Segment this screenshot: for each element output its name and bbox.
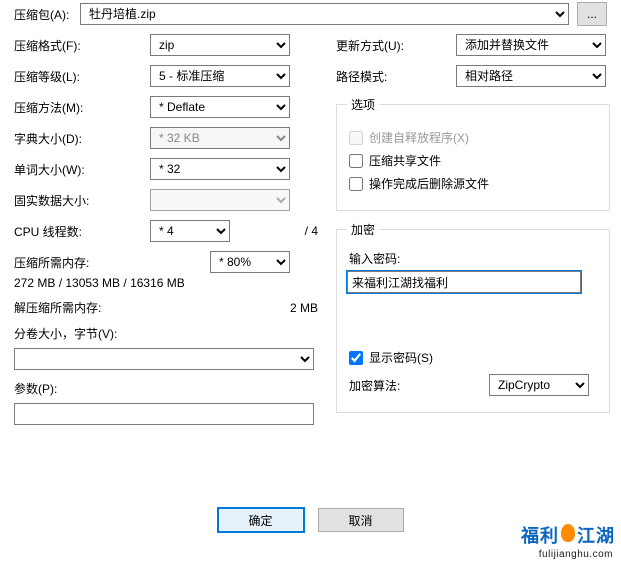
encryption-legend: 加密 — [347, 221, 379, 238]
browse-button[interactable]: ... — [577, 2, 607, 26]
logo-icon — [561, 524, 575, 542]
solid-select — [150, 189, 290, 211]
sfx-label: 创建自释放程序(X) — [369, 129, 469, 146]
update-label: 更新方式(U): — [336, 37, 456, 54]
method-label: 压缩方法(M): — [0, 99, 150, 116]
encryption-group: 加密 输入密码: 显示密码(S) 加密算法: ZipCrypto — [336, 221, 610, 413]
watermark-logo: 福利 江湖 — [521, 522, 615, 548]
archive-label: 压缩包(A): — [14, 6, 72, 23]
level-select[interactable]: 5 - 标准压缩 — [150, 65, 290, 87]
ok-button[interactable]: 确定 — [218, 508, 304, 532]
password-label: 输入密码: — [349, 250, 599, 267]
params-input[interactable] — [14, 403, 314, 425]
share-checkbox[interactable] — [349, 154, 363, 168]
enc-method-select[interactable]: ZipCrypto — [489, 374, 589, 396]
mem-comp-label: 压缩所需内存: — [0, 254, 150, 271]
delete-checkbox[interactable] — [349, 177, 363, 191]
sfx-checkbox — [349, 131, 363, 145]
solid-label: 固实数据大小: — [0, 192, 150, 209]
format-label: 压缩格式(F): — [0, 37, 150, 54]
enc-method-label: 加密算法: — [349, 377, 489, 394]
path-label: 路径模式: — [336, 68, 456, 85]
dict-label: 字典大小(D): — [0, 130, 150, 147]
word-select[interactable]: * 32 — [150, 158, 290, 180]
share-label: 压缩共享文件 — [369, 152, 441, 169]
path-select[interactable]: 相对路径 — [456, 65, 606, 87]
split-label: 分卷大小，字节(V): — [0, 325, 117, 342]
archive-path-select[interactable]: 牡丹培植.zip — [80, 3, 569, 25]
format-select[interactable]: zip — [150, 34, 290, 56]
mem-pct-select[interactable]: * 80% — [210, 251, 290, 273]
mem-decomp-label: 解压缩所需内存: — [0, 299, 150, 316]
delete-label: 操作完成后删除源文件 — [369, 175, 489, 192]
showpw-label: 显示密码(S) — [369, 349, 433, 366]
threads-label: CPU 线程数: — [0, 223, 150, 240]
level-label: 压缩等级(L): — [0, 68, 150, 85]
mem-comp-value: 272 MB / 13053 MB / 16316 MB — [0, 276, 185, 290]
update-select[interactable]: 添加并替换文件 — [456, 34, 606, 56]
threads-select[interactable]: * 4 — [150, 220, 230, 242]
password-input[interactable] — [347, 271, 581, 293]
showpw-checkbox[interactable] — [349, 351, 363, 365]
options-legend: 选项 — [347, 96, 379, 113]
watermark-url: fulijianghu.com — [539, 549, 613, 560]
word-label: 单词大小(W): — [0, 161, 150, 178]
dict-select[interactable]: * 32 KB — [150, 127, 290, 149]
mem-decomp-value: 2 MB — [290, 301, 330, 315]
split-size-select[interactable] — [14, 348, 314, 370]
cancel-button[interactable]: 取消 — [318, 508, 404, 532]
threads-total: / 4 — [305, 224, 330, 238]
options-group: 选项 创建自释放程序(X) 压缩共享文件 操作完成后删除源文件 — [336, 96, 610, 211]
method-select[interactable]: * Deflate — [150, 96, 290, 118]
params-label: 参数(P): — [0, 380, 57, 397]
